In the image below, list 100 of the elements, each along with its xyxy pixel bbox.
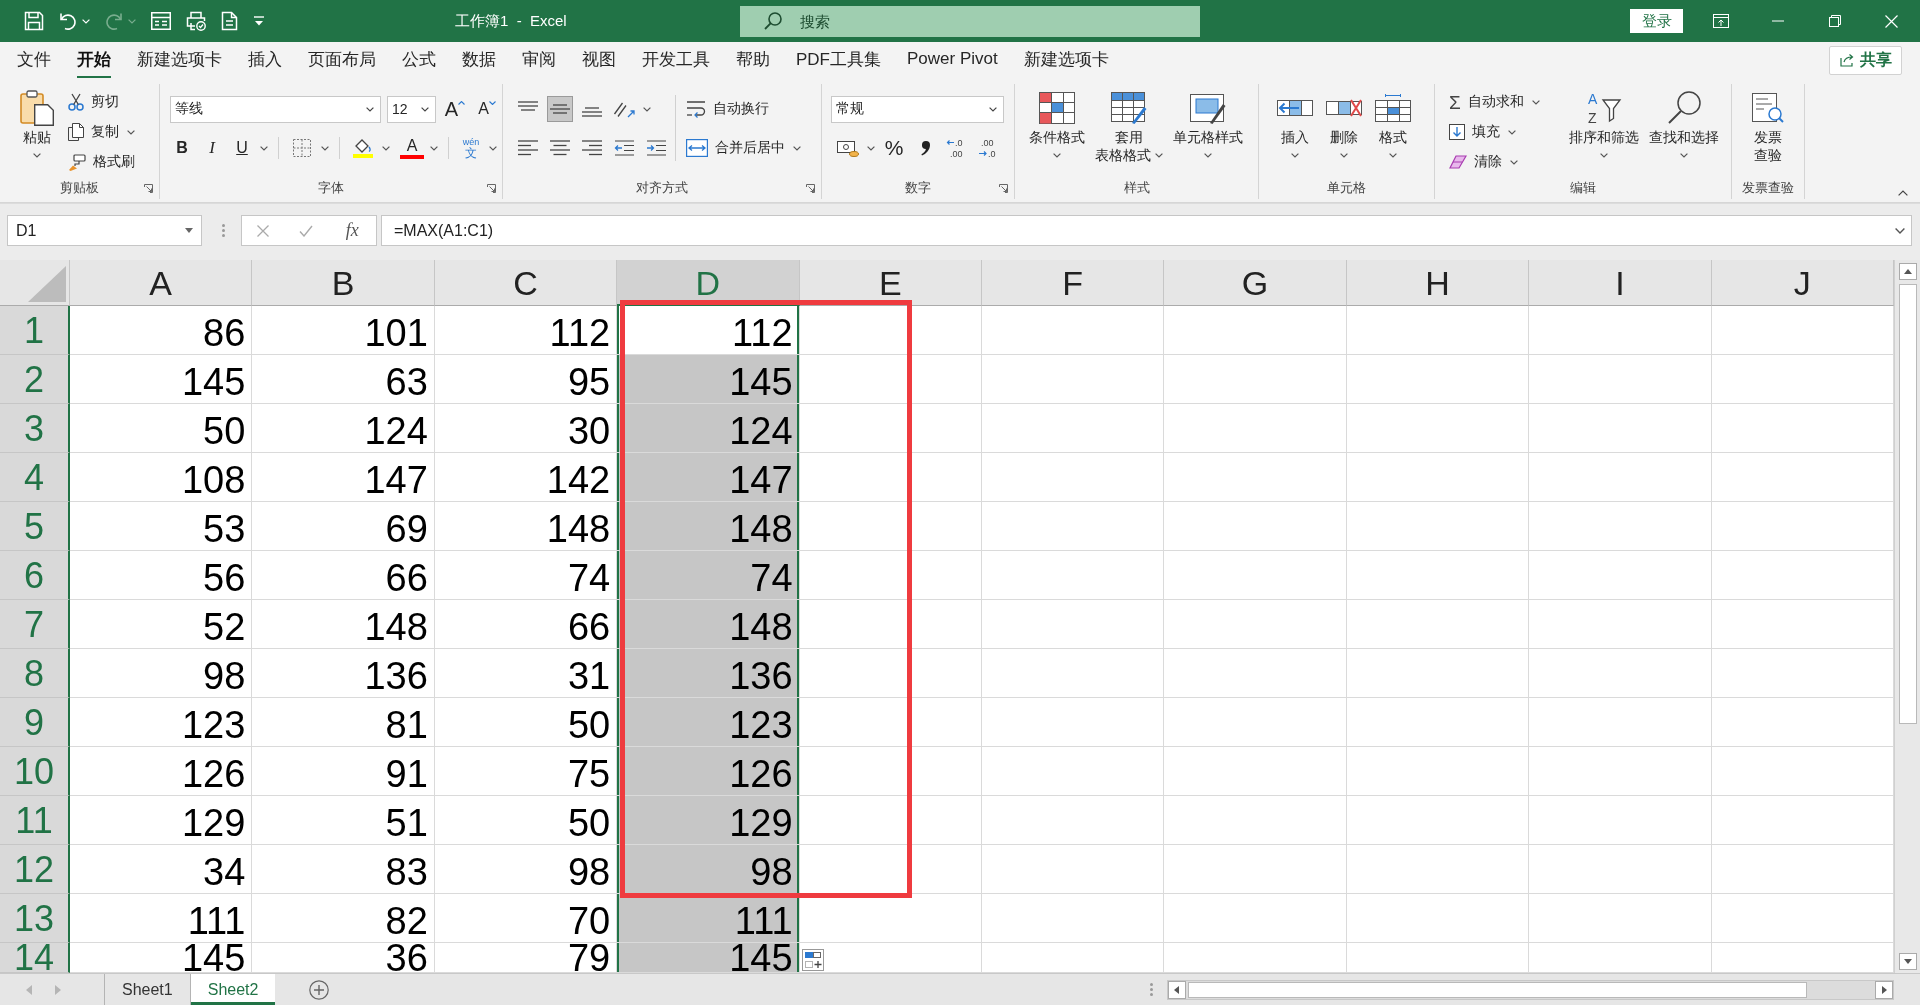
ribbon-tab[interactable]: 视图 bbox=[569, 41, 629, 79]
column-header[interactable]: I bbox=[1529, 260, 1712, 306]
quick-analysis-icon[interactable] bbox=[802, 949, 824, 971]
restore-icon[interactable] bbox=[1828, 15, 1841, 27]
bold-button[interactable]: B bbox=[170, 135, 194, 161]
align-right-icon[interactable] bbox=[582, 140, 602, 156]
merge-center-button[interactable]: 合并后居中 bbox=[684, 135, 787, 161]
sheet-tab[interactable]: Sheet2 bbox=[189, 974, 276, 1005]
scrollbar-thumb[interactable] bbox=[1898, 284, 1917, 724]
column-header[interactable]: A bbox=[70, 260, 253, 306]
delete-button[interactable]: 删除 bbox=[1322, 90, 1366, 164]
font-size-field[interactable]: 12 bbox=[387, 95, 436, 123]
dialog-launcher-icon[interactable] bbox=[806, 183, 815, 193]
wrap-text-button[interactable]: 自动换行 bbox=[684, 96, 771, 122]
scrollbar-thumb[interactable] bbox=[1188, 981, 1807, 998]
row-header[interactable]: 10 bbox=[0, 747, 70, 796]
ribbon-tab[interactable]: 插入 bbox=[235, 41, 295, 79]
row-header[interactable]: 4 bbox=[0, 453, 70, 502]
caret-icon[interactable] bbox=[643, 106, 651, 112]
autosum-button[interactable]: Σ 自动求和 bbox=[1447, 89, 1526, 115]
shrink-font-button[interactable]: A bbox=[474, 96, 500, 122]
row-header[interactable]: 5 bbox=[0, 502, 70, 551]
copy-button[interactable]: 复制 bbox=[66, 119, 121, 145]
expand-icon[interactable] bbox=[1895, 227, 1905, 234]
dialog-launcher-icon[interactable] bbox=[144, 183, 153, 193]
caret-icon[interactable] bbox=[793, 145, 801, 151]
ribbon-tab[interactable]: 新建选项卡 bbox=[1010, 41, 1122, 79]
print-preview-icon[interactable] bbox=[186, 11, 206, 31]
ribbon-display-icon[interactable] bbox=[1712, 14, 1729, 28]
collapse-ribbon-icon[interactable] bbox=[1898, 190, 1908, 196]
underline-button[interactable]: U bbox=[230, 135, 254, 161]
row-header[interactable]: 2 bbox=[0, 355, 70, 404]
insert-button[interactable]: 插入 bbox=[1273, 90, 1317, 164]
column-header[interactable]: J bbox=[1711, 260, 1894, 306]
cell-styles-button[interactable]: 单元格样式 bbox=[1169, 90, 1247, 164]
caret-icon[interactable] bbox=[321, 145, 329, 151]
caret-icon[interactable] bbox=[1508, 129, 1516, 135]
scroll-up-icon[interactable] bbox=[1898, 263, 1917, 280]
ribbon-tab[interactable]: Power Pivot bbox=[894, 43, 1011, 77]
scroll-left-icon[interactable] bbox=[1168, 980, 1186, 999]
fill-color-icon[interactable] bbox=[353, 138, 373, 158]
phonetic-guide-button[interactable]: wén 文 bbox=[459, 135, 483, 161]
paste-button[interactable]: 粘贴 bbox=[16, 90, 58, 164]
ribbon-tab[interactable]: 文件 bbox=[4, 41, 64, 79]
column-header[interactable]: C bbox=[434, 260, 618, 306]
column-header[interactable]: G bbox=[1164, 260, 1347, 306]
sign-in-button[interactable]: 登录 bbox=[1630, 9, 1683, 33]
row-header[interactable]: 14 bbox=[0, 943, 70, 973]
cut-button[interactable]: 剪切 bbox=[66, 89, 121, 115]
column-header[interactable]: E bbox=[799, 260, 982, 306]
align-left-icon[interactable] bbox=[518, 140, 538, 156]
name-box[interactable]: D1 bbox=[7, 215, 202, 246]
row-header[interactable]: 7 bbox=[0, 600, 70, 649]
caret-icon[interactable] bbox=[260, 145, 268, 151]
ribbon-tab[interactable]: 公式 bbox=[389, 41, 449, 79]
caret-icon[interactable] bbox=[127, 129, 135, 135]
sheet-tab[interactable]: Sheet1 bbox=[104, 974, 190, 1005]
comma-style-icon[interactable] bbox=[921, 140, 931, 156]
font-color-button[interactable]: A bbox=[400, 137, 424, 159]
ribbon-tab[interactable]: 数据 bbox=[449, 41, 509, 79]
ribbon-tab[interactable]: 帮助 bbox=[723, 41, 783, 79]
align-middle-icon[interactable] bbox=[547, 96, 573, 122]
formula-input[interactable]: =MAX(A1:C1) bbox=[381, 215, 1912, 246]
ribbon-tab[interactable]: 审阅 bbox=[509, 41, 569, 79]
accounting-icon[interactable] bbox=[837, 139, 859, 157]
row-header[interactable]: 6 bbox=[0, 551, 70, 600]
ribbon-tab[interactable]: PDF工具集 bbox=[783, 41, 894, 79]
document-icon[interactable] bbox=[221, 11, 239, 31]
row-header[interactable]: 3 bbox=[0, 404, 70, 453]
vertical-scrollbar[interactable] bbox=[1894, 260, 1920, 973]
number-format-field[interactable]: 常规 bbox=[831, 95, 1004, 123]
horizontal-scrollbar[interactable] bbox=[1167, 979, 1894, 1000]
invoice-check-button[interactable]: 发票 查验 bbox=[1748, 90, 1788, 164]
search-field[interactable]: 搜索 bbox=[740, 5, 1200, 37]
row-header[interactable]: 11 bbox=[0, 796, 70, 845]
percent-style-button[interactable]: % bbox=[881, 135, 907, 161]
text-angle-icon[interactable] bbox=[613, 100, 635, 118]
borders-icon[interactable] bbox=[293, 139, 311, 157]
form-icon[interactable] bbox=[151, 12, 171, 30]
scroll-down-icon[interactable] bbox=[1898, 953, 1917, 970]
decrease-indent-icon[interactable] bbox=[614, 140, 634, 156]
row-header[interactable]: 8 bbox=[0, 649, 70, 698]
format-as-table-button[interactable]: 套用 表格格式 bbox=[1091, 90, 1167, 164]
row-header[interactable]: 1 bbox=[0, 306, 70, 355]
ribbon-tab[interactable]: 页面布局 bbox=[295, 41, 389, 79]
format-button[interactable]: 格式 bbox=[1371, 90, 1415, 164]
save-icon[interactable] bbox=[24, 11, 44, 31]
caret-icon[interactable] bbox=[489, 145, 497, 151]
close-icon[interactable] bbox=[1885, 14, 1898, 28]
undo-icon[interactable] bbox=[59, 12, 77, 30]
caret-icon[interactable] bbox=[867, 145, 875, 151]
dialog-launcher-icon[interactable] bbox=[999, 183, 1008, 193]
row-header[interactable]: 9 bbox=[0, 698, 70, 747]
fill-button[interactable]: 填充 bbox=[1447, 119, 1502, 145]
scroll-right-icon[interactable] bbox=[1875, 980, 1893, 999]
increase-indent-icon[interactable] bbox=[646, 140, 666, 156]
caret-icon[interactable] bbox=[1510, 159, 1518, 165]
font-name-field[interactable]: 等线 bbox=[170, 95, 381, 123]
align-center-icon[interactable] bbox=[550, 140, 570, 156]
minimize-icon[interactable] bbox=[1771, 20, 1784, 22]
